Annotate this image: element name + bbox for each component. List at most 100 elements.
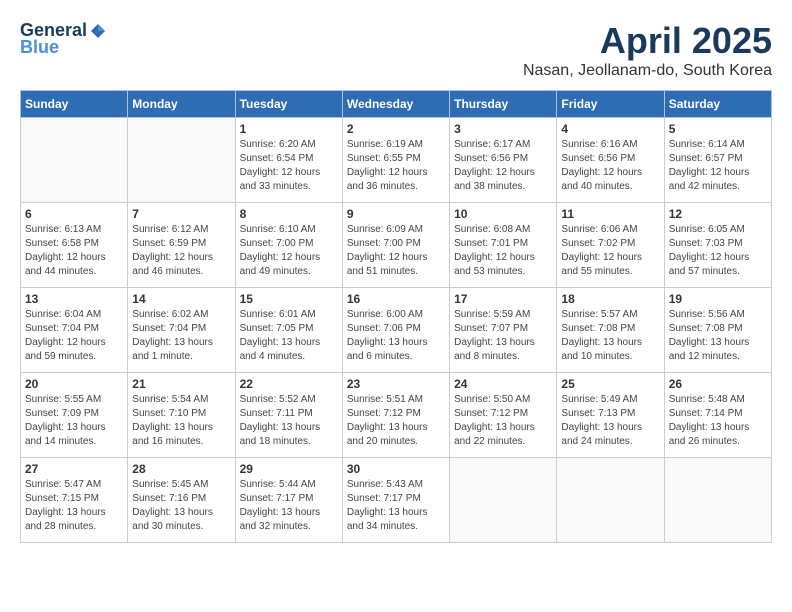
calendar-cell: 26 Sunrise: 5:48 AM Sunset: 7:14 PM Dayli…: [664, 373, 771, 458]
weekday-header-friday: Friday: [557, 91, 664, 118]
day-number: 22: [240, 377, 338, 391]
day-number: 4: [561, 122, 659, 136]
calendar-cell: 3 Sunrise: 6:17 AM Sunset: 6:56 PM Daylig…: [450, 118, 557, 203]
day-number: 13: [25, 292, 123, 306]
calendar-cell: [450, 458, 557, 543]
day-number: 26: [669, 377, 767, 391]
day-info: Sunrise: 6:13 AM Sunset: 6:58 PM Dayligh…: [25, 223, 123, 279]
weekday-header-sunday: Sunday: [21, 91, 128, 118]
day-info: Sunrise: 6:00 AM Sunset: 7:06 PM Dayligh…: [347, 308, 445, 364]
day-number: 6: [25, 207, 123, 221]
calendar-cell: 5 Sunrise: 6:14 AM Sunset: 6:57 PM Daylig…: [664, 118, 771, 203]
day-number: 7: [132, 207, 230, 221]
calendar-cell: 11 Sunrise: 6:06 AM Sunset: 7:02 PM Dayli…: [557, 203, 664, 288]
calendar-cell: 28 Sunrise: 5:45 AM Sunset: 7:16 PM Dayli…: [128, 458, 235, 543]
weekday-header-row: SundayMondayTuesdayWednesdayThursdayFrid…: [21, 91, 772, 118]
day-info: Sunrise: 6:04 AM Sunset: 7:04 PM Dayligh…: [25, 308, 123, 364]
title-section: April 2025 Nasan, Jeollanam-do, South Ko…: [523, 20, 772, 80]
day-info: Sunrise: 6:19 AM Sunset: 6:55 PM Dayligh…: [347, 138, 445, 194]
day-info: Sunrise: 6:10 AM Sunset: 7:00 PM Dayligh…: [240, 223, 338, 279]
day-info: Sunrise: 6:16 AM Sunset: 6:56 PM Dayligh…: [561, 138, 659, 194]
day-number: 30: [347, 462, 445, 476]
day-number: 5: [669, 122, 767, 136]
day-number: 15: [240, 292, 338, 306]
logo-blue-text: Blue: [20, 37, 59, 58]
day-number: 29: [240, 462, 338, 476]
calendar-cell: [128, 118, 235, 203]
day-info: Sunrise: 5:49 AM Sunset: 7:13 PM Dayligh…: [561, 393, 659, 449]
calendar-cell: 19Sunrise: 5:56 AM Sunset: 7:08 PM Dayli…: [664, 288, 771, 373]
day-number: 28: [132, 462, 230, 476]
weekday-header-saturday: Saturday: [664, 91, 771, 118]
day-number: 27: [25, 462, 123, 476]
location-title: Nasan, Jeollanam-do, South Korea: [523, 62, 772, 80]
day-info: Sunrise: 5:45 AM Sunset: 7:16 PM Dayligh…: [132, 478, 230, 534]
day-info: Sunrise: 6:12 AM Sunset: 6:59 PM Dayligh…: [132, 223, 230, 279]
calendar-cell: 16 Sunrise: 6:00 AM Sunset: 7:06 PM Dayli…: [342, 288, 449, 373]
calendar-cell: 17Sunrise: 5:59 AM Sunset: 7:07 PM Dayli…: [450, 288, 557, 373]
calendar-cell: 23Sunrise: 5:51 AM Sunset: 7:12 PM Dayli…: [342, 373, 449, 458]
calendar-cell: 4 Sunrise: 6:16 AM Sunset: 6:56 PM Daylig…: [557, 118, 664, 203]
calendar-cell: 9 Sunrise: 6:09 AM Sunset: 7:00 PM Daylig…: [342, 203, 449, 288]
day-info: Sunrise: 5:54 AM Sunset: 7:10 PM Dayligh…: [132, 393, 230, 449]
calendar-cell: 20Sunrise: 5:55 AM Sunset: 7:09 PM Dayli…: [21, 373, 128, 458]
day-info: Sunrise: 6:08 AM Sunset: 7:01 PM Dayligh…: [454, 223, 552, 279]
calendar-cell: 13 Sunrise: 6:04 AM Sunset: 7:04 PM Dayli…: [21, 288, 128, 373]
week-row-4: 20Sunrise: 5:55 AM Sunset: 7:09 PM Dayli…: [21, 373, 772, 458]
day-number: 12: [669, 207, 767, 221]
calendar-cell: 1 Sunrise: 6:20 AM Sunset: 6:54 PM Daylig…: [235, 118, 342, 203]
week-row-3: 13 Sunrise: 6:04 AM Sunset: 7:04 PM Dayli…: [21, 288, 772, 373]
day-info: Sunrise: 5:57 AM Sunset: 7:08 PM Dayligh…: [561, 308, 659, 364]
day-number: 1: [240, 122, 338, 136]
weekday-header-wednesday: Wednesday: [342, 91, 449, 118]
day-number: 18: [561, 292, 659, 306]
calendar-cell: 25 Sunrise: 5:49 AM Sunset: 7:13 PM Dayli…: [557, 373, 664, 458]
calendar-cell: 7 Sunrise: 6:12 AM Sunset: 6:59 PM Daylig…: [128, 203, 235, 288]
day-number: 3: [454, 122, 552, 136]
calendar-cell: 14 Sunrise: 6:02 AM Sunset: 7:04 PM Dayli…: [128, 288, 235, 373]
week-row-5: 27 Sunrise: 5:47 AM Sunset: 7:15 PM Dayli…: [21, 458, 772, 543]
day-info: Sunrise: 5:47 AM Sunset: 7:15 PM Dayligh…: [25, 478, 123, 534]
day-info: Sunrise: 5:52 AM Sunset: 7:11 PM Dayligh…: [240, 393, 338, 449]
day-info: Sunrise: 6:20 AM Sunset: 6:54 PM Dayligh…: [240, 138, 338, 194]
day-number: 21: [132, 377, 230, 391]
calendar-cell: [557, 458, 664, 543]
calendar-cell: 21 Sunrise: 5:54 AM Sunset: 7:10 PM Dayli…: [128, 373, 235, 458]
logo: General Blue: [20, 20, 107, 58]
calendar-cell: [21, 118, 128, 203]
day-info: Sunrise: 6:17 AM Sunset: 6:56 PM Dayligh…: [454, 138, 552, 194]
weekday-header-tuesday: Tuesday: [235, 91, 342, 118]
calendar-cell: 18 Sunrise: 5:57 AM Sunset: 7:08 PM Dayli…: [557, 288, 664, 373]
day-number: 23: [347, 377, 445, 391]
day-number: 9: [347, 207, 445, 221]
day-number: 17: [454, 292, 552, 306]
day-info: Sunrise: 5:50 AM Sunset: 7:12 PM Dayligh…: [454, 393, 552, 449]
day-number: 25: [561, 377, 659, 391]
day-info: Sunrise: 5:48 AM Sunset: 7:14 PM Dayligh…: [669, 393, 767, 449]
calendar-table: SundayMondayTuesdayWednesdayThursdayFrid…: [20, 90, 772, 543]
calendar-cell: 10Sunrise: 6:08 AM Sunset: 7:01 PM Dayli…: [450, 203, 557, 288]
day-info: Sunrise: 6:06 AM Sunset: 7:02 PM Dayligh…: [561, 223, 659, 279]
calendar-cell: 8Sunrise: 6:10 AM Sunset: 7:00 PM Daylig…: [235, 203, 342, 288]
calendar-cell: 24 Sunrise: 5:50 AM Sunset: 7:12 PM Dayli…: [450, 373, 557, 458]
day-number: 16: [347, 292, 445, 306]
day-number: 2: [347, 122, 445, 136]
day-number: 14: [132, 292, 230, 306]
weekday-header-thursday: Thursday: [450, 91, 557, 118]
day-number: 24: [454, 377, 552, 391]
weekday-header-monday: Monday: [128, 91, 235, 118]
calendar-cell: 27 Sunrise: 5:47 AM Sunset: 7:15 PM Dayli…: [21, 458, 128, 543]
day-info: Sunrise: 6:02 AM Sunset: 7:04 PM Dayligh…: [132, 308, 230, 364]
day-info: Sunrise: 6:09 AM Sunset: 7:00 PM Dayligh…: [347, 223, 445, 279]
calendar-cell: 22 Sunrise: 5:52 AM Sunset: 7:11 PM Dayli…: [235, 373, 342, 458]
day-info: Sunrise: 6:14 AM Sunset: 6:57 PM Dayligh…: [669, 138, 767, 194]
month-title: April 2025: [523, 20, 772, 62]
logo-icon: [89, 22, 107, 40]
week-row-2: 6 Sunrise: 6:13 AM Sunset: 6:58 PM Daylig…: [21, 203, 772, 288]
day-info: Sunrise: 6:05 AM Sunset: 7:03 PM Dayligh…: [669, 223, 767, 279]
day-number: 11: [561, 207, 659, 221]
day-info: Sunrise: 5:44 AM Sunset: 7:17 PM Dayligh…: [240, 478, 338, 534]
calendar-cell: 6 Sunrise: 6:13 AM Sunset: 6:58 PM Daylig…: [21, 203, 128, 288]
day-info: Sunrise: 5:55 AM Sunset: 7:09 PM Dayligh…: [25, 393, 123, 449]
day-info: Sunrise: 5:56 AM Sunset: 7:08 PM Dayligh…: [669, 308, 767, 364]
